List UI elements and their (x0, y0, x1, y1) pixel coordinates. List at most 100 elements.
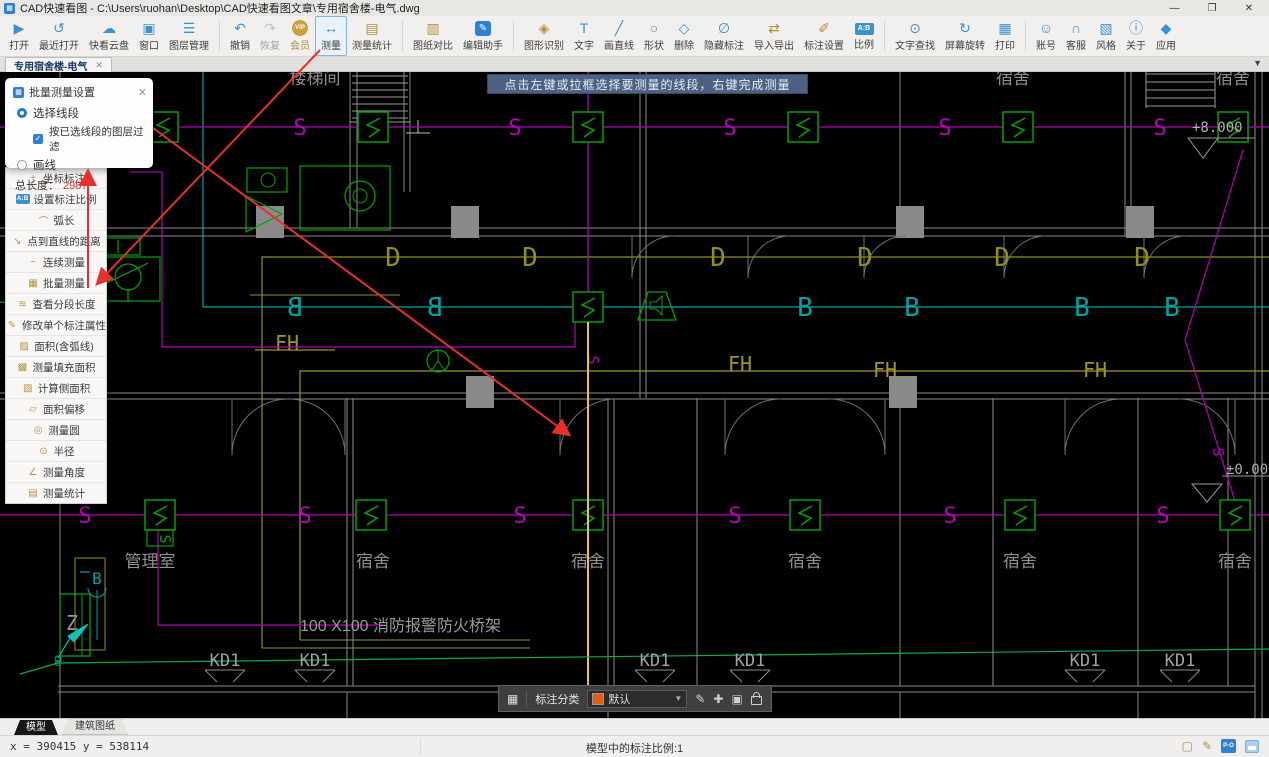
door-swing-arc[interactable] (231, 398, 289, 456)
maximize-button[interactable]: ❐ (1208, 3, 1217, 14)
toolbar-item-style[interactable]: ▧ 风格 (1091, 16, 1121, 56)
color-swatch (592, 692, 605, 705)
toolbar-item-measure-stats[interactable]: ▤ 测量统计 (347, 16, 397, 56)
toolbar-item-measure[interactable]: ↔ 测量 (315, 16, 347, 56)
level-triangle[interactable] (1187, 137, 1219, 159)
toolbar-item-customer-service[interactable]: ∩ 客服 (1061, 16, 1091, 56)
toolbar-item-print[interactable]: ▦ 打印 (990, 16, 1020, 56)
door-swing-arc[interactable] (724, 398, 782, 456)
toolbar-item-edit-assistant[interactable]: ✎ 编辑助手 (458, 16, 508, 56)
sidebar-item-modify-single-annotation[interactable]: ✎ 修改单个标注属性 (6, 314, 106, 335)
sidebar-item-arc-length[interactable]: ⌒ 弧长 (6, 209, 106, 230)
smoke-branch[interactable] (157, 515, 385, 626)
sidebar-item-area-offset[interactable]: ▱ 面积偏移 (6, 398, 106, 419)
fixture[interactable] (246, 167, 288, 193)
toolbar-item-draw-line[interactable]: ╱ 画直线 (599, 16, 639, 56)
toolbar-collapse-icon[interactable]: ▼ (1253, 58, 1262, 68)
toolbar-separator (219, 21, 220, 51)
toolbar-item-hide-annotations[interactable]: ∅ 隐藏标注 (699, 16, 749, 56)
toolbar-item-shape-recognition[interactable]: ◈ 图形识别 (519, 16, 569, 56)
panel-toggle-icon[interactable] (1245, 739, 1259, 753)
sidebar-item-measure-fill-area[interactable]: ▩ 测量填充面积 (6, 356, 106, 377)
speaker-symbol[interactable] (637, 291, 677, 321)
tab-architectural-drawing[interactable]: 建筑图纸 (62, 718, 128, 735)
canvas-text: S (1153, 116, 1166, 141)
detector-circuit-line[interactable] (261, 256, 1269, 648)
toolbar-item-open[interactable]: ▶ 打开 (4, 16, 34, 56)
measure-tools-panel: + 坐标标注 A:B 设置标注比例 ⌒ 弧长 ↘ 点到直线的距离 ~ 连续测量 ▦ 批量测量 ≋ 查看分段… (5, 167, 107, 504)
continuous-measure-label: 连续测量 (43, 256, 85, 269)
tab-close-icon[interactable]: ✕ (95, 60, 103, 71)
po-mode-icon[interactable]: P-O (1221, 739, 1236, 753)
checkbox-layer-filter[interactable]: ✓ 按已选线段的图层过滤 (5, 121, 153, 154)
move-annotation-icon[interactable]: ✚ (713, 692, 723, 706)
dialog-close-icon[interactable]: ✕ (138, 86, 147, 99)
door-swing-arc[interactable] (1064, 398, 1122, 456)
tab-model[interactable]: 模型 (14, 720, 58, 735)
toolbar-item-account[interactable]: ☺ 账号 (1031, 16, 1061, 56)
minimize-button[interactable]: — (1170, 3, 1180, 14)
drawing-canvas[interactable]: BBBBBBDDDDDDFHFHFHFHSSSSSSSSSSSSSSSZB宿舍宿… (0, 72, 1269, 718)
toolbar-item-layer-manager[interactable]: ☰ 图层管理 (164, 16, 214, 56)
toolbar-item-scale[interactable]: A:B 比例 (849, 16, 879, 56)
speaker-glyph[interactable] (649, 294, 663, 317)
radio-off-icon[interactable] (17, 160, 27, 170)
toolbar-item-undo[interactable]: ↶ 撤销 (225, 16, 255, 56)
kd1-leader (1064, 669, 1078, 683)
sidebar-item-measure-statistics[interactable]: ▤ 测量统计 (6, 482, 106, 503)
sidebar-item-batch-measure[interactable]: ▦ 批量测量 (6, 272, 106, 293)
checkbox-checked-icon[interactable]: ✓ (33, 134, 43, 144)
sidebar-item-area-with-arc[interactable]: ▨ 面积(含弧线) (6, 335, 106, 356)
radio-draw-line[interactable]: 画线 (5, 154, 153, 173)
canvas-text: KD1 (210, 651, 241, 671)
toolbar-item-redo[interactable]: ↷ 恢复 (255, 16, 285, 56)
area-with-arc-icon: ▨ (19, 340, 29, 352)
grid-icon[interactable]: ▦ (507, 692, 518, 706)
toolbar-item-apps[interactable]: ◆ 应用 (1151, 16, 1181, 56)
close-button[interactable]: ✕ (1245, 3, 1253, 14)
lock-annotation-icon[interactable] (750, 692, 762, 705)
door-swing-arc[interactable] (288, 398, 346, 456)
canvas-text: FH (275, 331, 299, 355)
radio-on-icon[interactable] (17, 108, 27, 118)
toolbar-item-shapes[interactable]: ○ 形状 (639, 16, 669, 56)
sidebar-item-side-area[interactable]: ▧ 计算侧面积 (6, 377, 106, 398)
toolbar-item-text-search[interactable]: ⊙ 文字查找 (890, 16, 940, 56)
sidebar-item-view-segment-length[interactable]: ≋ 查看分段长度 (6, 293, 106, 314)
kd1-leader (757, 669, 771, 683)
sidebar-item-radius[interactable]: ⊙ 半径 (6, 440, 106, 461)
door-swing-arc[interactable] (828, 398, 886, 456)
quick-annotate-icon[interactable]: ✎ (1202, 739, 1212, 753)
toolbar-item-recent-open[interactable]: ↺ 最近打开 (34, 16, 84, 56)
sidebar-item-measure-angle[interactable]: ∠ 测量角度 (6, 461, 106, 482)
fh-circuit-line[interactable] (299, 370, 1269, 640)
toolbar-item-text-tool[interactable]: T 文字 (569, 16, 599, 56)
radio-select-segment[interactable]: 选择线段 (5, 102, 153, 121)
fixture-glyph[interactable] (430, 350, 446, 372)
quick-save-icon[interactable]: ▢ (1182, 739, 1193, 753)
level-triangle[interactable] (1190, 483, 1224, 503)
toolbar-item-drawing-compare[interactable]: ▥ 图纸对比 (408, 16, 458, 56)
smoke-branch[interactable] (161, 172, 576, 348)
toolbar-item-about[interactable]: ⓘ 关于 (1121, 16, 1151, 56)
toolbar-item-screen-rotate[interactable]: ↻ 屏幕旋转 (940, 16, 990, 56)
toolbar-item-vip-member[interactable]: VIP 会员 (285, 16, 315, 56)
copy-annotation-icon[interactable]: ▣ (731, 692, 742, 706)
document-tab[interactable]: 专用宿舍楼-电气 ✕ (5, 57, 112, 73)
toolbar-item-window[interactable]: ▣ 窗口 (134, 16, 164, 56)
toolbar-item-annotation-settings[interactable]: ✐ 标注设置 (799, 16, 849, 56)
canvas-text: B (427, 293, 443, 323)
cable-tray-line[interactable] (19, 662, 59, 675)
classify-dropdown[interactable]: 默认 ▼ (587, 689, 688, 708)
toolbar-item-cloud-drive[interactable]: ☁ 快看云盘 (84, 16, 134, 56)
toolbar-item-delete[interactable]: ◇ 删除 (669, 16, 699, 56)
drawing-area[interactable]: BBBBBBDDDDDDFHFHFHFHSSSSSSSSSSSSSSSZB宿舍宿… (0, 72, 1269, 718)
sidebar-item-continuous-measure[interactable]: ~ 连续测量 (6, 251, 106, 272)
toolbar-item-import-export[interactable]: ⇄ 导入导出 (749, 16, 799, 56)
canvas-text: S (513, 504, 526, 529)
sidebar-item-measure-circle[interactable]: ◎ 测量圆 (6, 419, 106, 440)
canvas-text: S (943, 504, 956, 529)
sidebar-item-point-to-line-distance[interactable]: ↘ 点到直线的距离 (6, 230, 106, 251)
apps-icon: ◆ (1160, 20, 1172, 36)
edit-annotation-icon[interactable]: ✎ (695, 692, 705, 706)
